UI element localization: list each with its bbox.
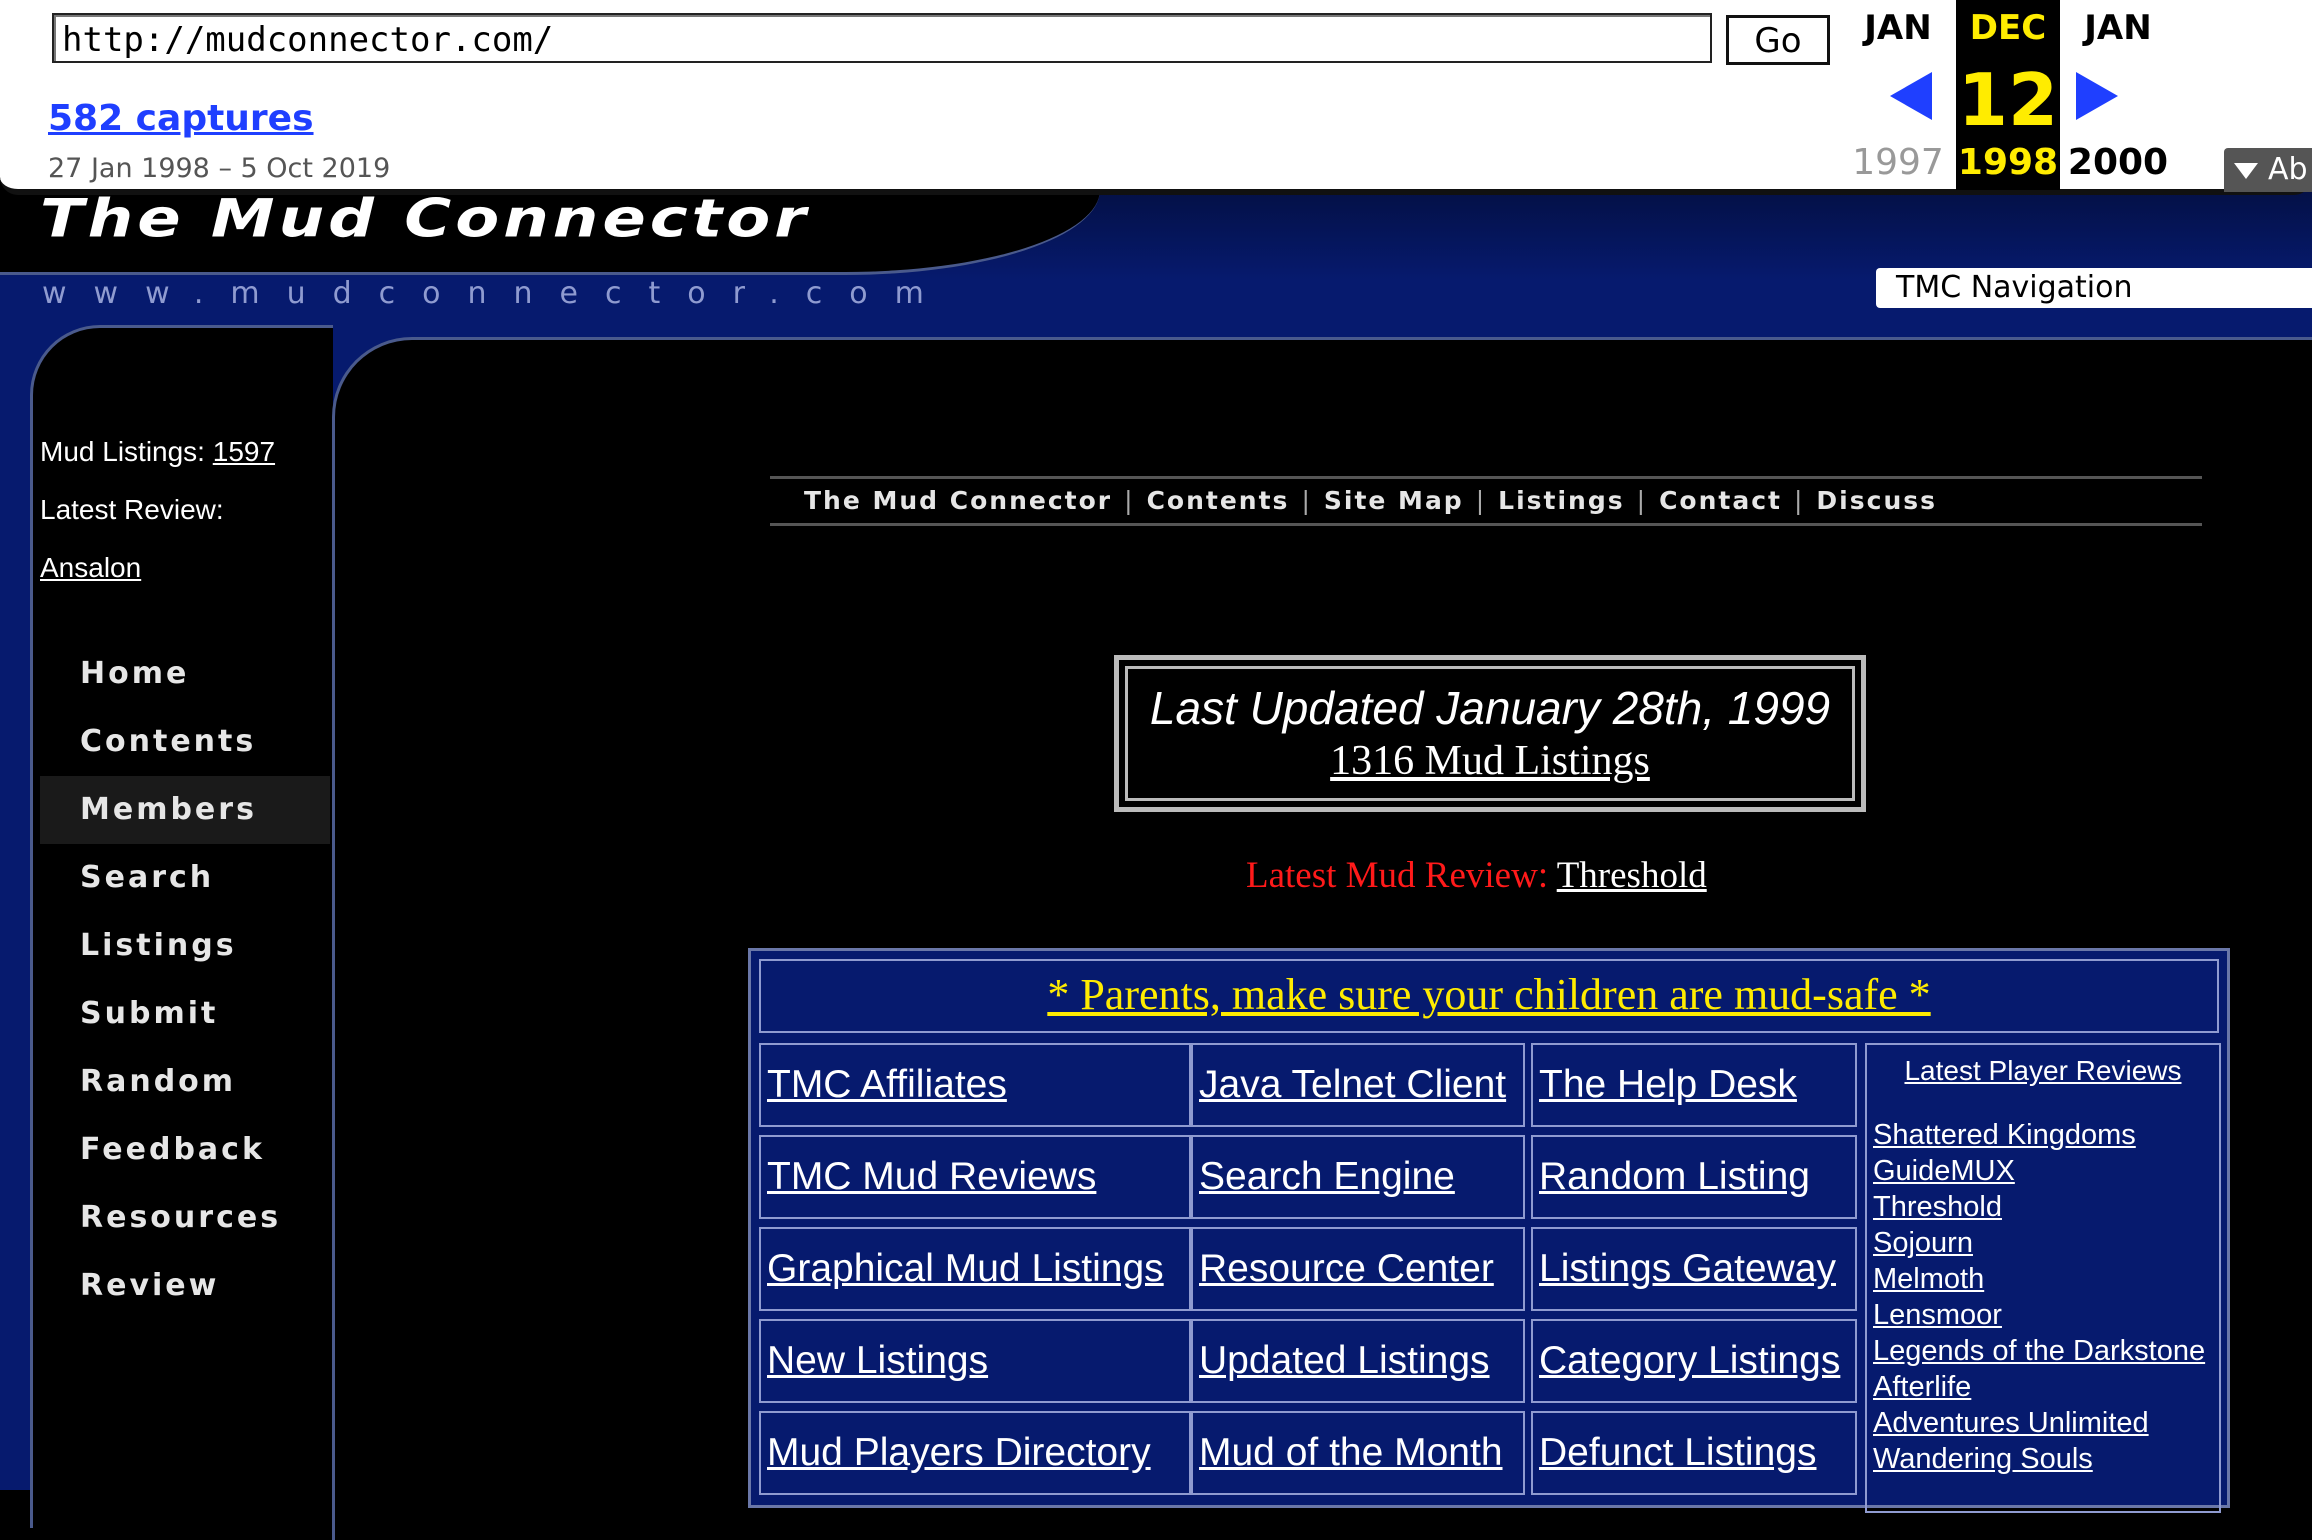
topnav-separator: |: [1124, 486, 1135, 515]
sidebar-item-home[interactable]: Home: [40, 640, 330, 708]
table-link-cell[interactable]: TMC Affiliates: [759, 1043, 1191, 1127]
last-updated-box: Last Updated January 28th, 1999 1316 Mud…: [1114, 655, 1866, 812]
table-link-cell[interactable]: Category Listings: [1531, 1319, 1857, 1403]
topnav-separator: |: [1475, 486, 1487, 515]
prev-year[interactable]: 1997: [1846, 142, 1950, 183]
topnav-mud-connector[interactable]: The Mud Connector: [804, 486, 1112, 515]
latest-review-link[interactable]: Ansalon: [40, 552, 141, 583]
next-year[interactable]: 2000: [2066, 142, 2170, 183]
parents-mud-safe-link[interactable]: * Parents, make sure your children are m…: [759, 959, 2219, 1033]
tmc-navigation-select[interactable]: TMC Navigation: [1876, 268, 2312, 308]
url-input[interactable]: http://mudconnector.com/: [52, 13, 1712, 63]
table-link-cell[interactable]: The Help Desk: [1531, 1043, 1857, 1127]
topnav-contact[interactable]: Contact: [1659, 486, 1782, 515]
player-review-link[interactable]: Lensmoor: [1873, 1297, 2219, 1333]
sidebar-item-feedback[interactable]: Feedback: [40, 1116, 330, 1184]
about-dropdown-button[interactable]: Ab: [2224, 148, 2312, 192]
table-link-cell[interactable]: Listings Gateway: [1531, 1227, 1857, 1311]
table-link-cell[interactable]: Java Telnet Client: [1191, 1043, 1525, 1127]
table-link-cell[interactable]: Search Engine: [1191, 1135, 1525, 1219]
player-review-link[interactable]: Wandering Souls: [1873, 1441, 2219, 1477]
mud-listings-count-link[interactable]: 1597: [213, 436, 275, 467]
player-review-link[interactable]: Legends of the Darkstone: [1873, 1333, 2219, 1369]
table-link-cell[interactable]: Mud of the Month: [1191, 1411, 1525, 1495]
latest-mud-review: Latest Mud Review: Threshold: [1246, 854, 1707, 897]
latest-mud-review-label: Latest Mud Review:: [1246, 855, 1549, 896]
player-review-link[interactable]: Afterlife: [1873, 1369, 2219, 1405]
player-review-link[interactable]: Shattered Kingdoms: [1873, 1117, 2219, 1153]
latest-review-label: Latest Review:: [40, 494, 224, 525]
top-nav-bar: The Mud Connector | Contents | Site Map | List…: [770, 476, 2202, 526]
player-review-link[interactable]: GuideMUX: [1873, 1153, 2219, 1189]
player-reviews-title-link[interactable]: Latest Player Reviews: [1867, 1055, 2219, 1087]
mud-listings-stat: Mud Listings: 1597: [40, 436, 275, 468]
table-link-cell[interactable]: Mud Players Directory: [759, 1411, 1191, 1495]
table-link-cell[interactable]: Graphical Mud Listings: [759, 1227, 1191, 1311]
sidebar-item-resources[interactable]: Resources: [40, 1184, 330, 1252]
next-capture-column[interactable]: JAN 2000: [2066, 0, 2170, 190]
dropdown-triangle-icon: [2234, 162, 2258, 179]
prev-month: JAN: [1864, 8, 1932, 48]
table-link-cell[interactable]: New Listings: [759, 1319, 1191, 1403]
sidebar-item-listings[interactable]: Listings: [40, 912, 330, 980]
player-reviews-panel: Latest Player Reviews Shattered Kingdoms…: [1865, 1043, 2221, 1513]
player-review-link[interactable]: Threshold: [1873, 1189, 2219, 1225]
current-month: DEC: [1969, 8, 2047, 48]
about-label: Ab: [2268, 152, 2308, 187]
table-link-cell[interactable]: Updated Listings: [1191, 1319, 1525, 1403]
site-logo-title: The Mud Connector: [40, 189, 810, 250]
sidebar-item-random[interactable]: Random: [40, 1048, 330, 1116]
site-logo-url: www.mudconnector.com: [42, 276, 951, 311]
latest-mud-review-link[interactable]: Threshold: [1557, 855, 1707, 896]
topnav-separator: |: [1301, 486, 1312, 515]
player-review-link[interactable]: Adventures Unlimited: [1873, 1405, 2219, 1441]
wayback-toolbar: http://mudconnector.com/ Go 582 captures…: [0, 0, 2312, 195]
captures-link[interactable]: 582 captures: [48, 98, 314, 139]
mud-listings-count-link[interactable]: 1316 Mud Listings: [1128, 737, 1852, 785]
table-link-cell[interactable]: Resource Center: [1191, 1227, 1525, 1311]
topnav-site-map[interactable]: Site Map: [1324, 486, 1464, 515]
sidebar-item-submit[interactable]: Submit: [40, 980, 330, 1048]
topnav-listings[interactable]: Listings: [1498, 486, 1624, 515]
prev-capture-arrow-icon[interactable]: [1890, 72, 1932, 120]
sidebar-item-review[interactable]: Review: [40, 1252, 330, 1320]
table-link-cell[interactable]: Random Listing: [1531, 1135, 1857, 1219]
topnav-separator: |: [1793, 486, 1805, 515]
go-button[interactable]: Go: [1726, 15, 1830, 65]
player-review-link[interactable]: Sojourn: [1873, 1225, 2219, 1261]
topnav-discuss[interactable]: Discuss: [1816, 486, 1937, 515]
current-day: 12: [1957, 58, 2059, 142]
table-link-cell[interactable]: TMC Mud Reviews: [759, 1135, 1191, 1219]
capture-date-range: 27 Jan 1998 – 5 Oct 2019: [48, 153, 391, 184]
topnav-separator: |: [1636, 486, 1648, 515]
mud-listings-label: Mud Listings:: [40, 436, 205, 467]
latest-review-stat: Ansalon: [40, 552, 141, 584]
topnav-contents[interactable]: Contents: [1147, 486, 1290, 515]
player-reviews-list: Shattered Kingdoms GuideMUX Threshold So…: [1867, 1117, 2219, 1477]
sidebar-item-contents[interactable]: Contents: [40, 708, 330, 776]
sidebar-nav: Home Contents Members Search Listings Su…: [40, 640, 330, 1320]
last-updated-inner: Last Updated January 28th, 1999 1316 Mud…: [1125, 666, 1855, 801]
current-year: 1998: [1957, 142, 2059, 183]
last-updated-text: Last Updated January 28th, 1999: [1149, 682, 1831, 734]
current-capture-column: DEC 12 1998: [1956, 0, 2060, 190]
table-link-cell[interactable]: Defunct Listings: [1531, 1411, 1857, 1495]
sidebar-item-members[interactable]: Members: [40, 776, 330, 844]
player-review-link[interactable]: Melmoth: [1873, 1261, 2219, 1297]
sidebar-item-search[interactable]: Search: [40, 844, 330, 912]
links-table: * Parents, make sure your children are m…: [748, 948, 2230, 1513]
next-month: JAN: [2084, 8, 2152, 48]
